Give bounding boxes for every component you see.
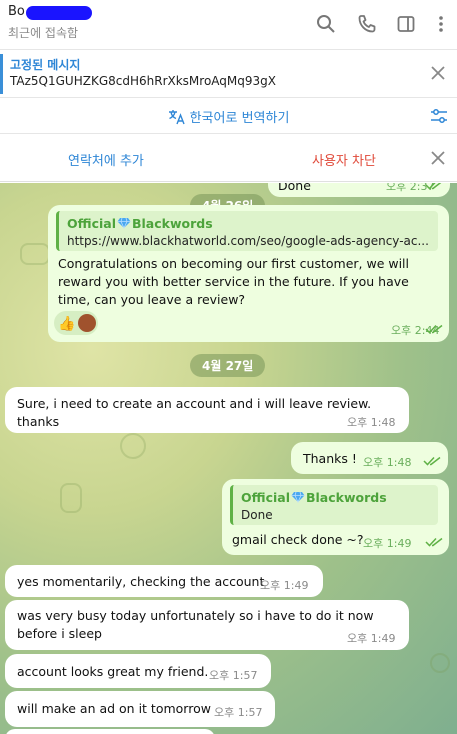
message-text: will make an ad on it tomorrow — [17, 701, 211, 716]
message-text: account looks great my friend. — [17, 664, 209, 679]
avatar — [78, 314, 96, 332]
background-doodle — [60, 483, 82, 513]
quote-text: https://www.blackhatworld.com/seo/google… — [67, 234, 429, 248]
search-icon[interactable] — [314, 12, 338, 36]
message-text: gmail check done ~? — [232, 532, 364, 547]
message-time: 오후 1:49 — [260, 579, 309, 592]
quote-text: Done — [241, 508, 273, 522]
date-separator: 4월 27일 — [190, 354, 266, 377]
close-icon[interactable] — [429, 64, 447, 82]
last-seen-status: 최근에 접속함 — [8, 26, 79, 40]
reaction-chip[interactable]: 👍 — [54, 311, 98, 335]
translate-label: 한국어로 번역하기 — [189, 111, 290, 126]
background-doodle — [430, 653, 450, 673]
message-outgoing[interactable]: Official Blackwords https://www.blackhatw… — [48, 205, 449, 342]
more-icon[interactable] — [429, 12, 453, 36]
message-time: 오후 1:48 — [347, 416, 396, 429]
message-incoming[interactable] — [5, 729, 215, 734]
message-text: Thanks ! — [303, 451, 357, 466]
contact-action-bar: 연락처에 추가 사용자 차단 — [0, 134, 457, 182]
message-time: 오후 1:57 — [214, 706, 263, 719]
close-icon[interactable] — [429, 149, 447, 167]
translate-bar: 한국어로 번역하기 — [0, 98, 457, 134]
message-incoming[interactable]: was very busy today unfortunately so i h… — [5, 600, 409, 650]
message-text: Done — [278, 183, 311, 193]
message-incoming[interactable]: account looks great my friend. 오후 1:57 — [5, 654, 271, 688]
redaction-mark — [26, 6, 92, 20]
pinned-message-bar[interactable]: 고정된 메시지 TAz5Q1GUHZKG8cdH6hRrXksMroAqMq93… — [0, 50, 457, 98]
message-incoming[interactable]: will make an ad on it tomorrow 오후 1:57 — [5, 691, 275, 727]
message-outgoing[interactable]: Done 오후 2:37 — [268, 183, 450, 197]
double-check-icon — [425, 324, 443, 334]
thumbs-up-icon: 👍 — [58, 316, 76, 332]
background-doodle — [20, 243, 50, 265]
message-incoming[interactable]: Sure, i need to create an account and i … — [5, 387, 409, 433]
message-time: 오후 1:48 — [363, 456, 412, 469]
message-incoming[interactable]: yes momentarily, checking the account 오후… — [5, 565, 323, 597]
diamond-icon — [291, 491, 305, 503]
diamond-icon — [117, 217, 131, 229]
translate-button[interactable]: 한국어로 번역하기 — [0, 107, 457, 129]
double-check-icon — [425, 183, 442, 190]
pinned-indicator — [0, 54, 3, 94]
chat-area[interactable]: Done 오후 2:37 4월 26일 OfficialBlackwords h… — [0, 183, 457, 734]
quoted-message[interactable]: Official Blackwords Done — [230, 485, 438, 525]
message-text: Congratulations on becoming our first cu… — [58, 256, 410, 308]
message-time: 오후 1:49 — [363, 537, 412, 550]
quote-author: Official Blackwords — [241, 490, 387, 505]
settings-sliders-icon[interactable] — [429, 106, 449, 126]
message-outgoing[interactable]: Thanks ! 오후 1:48 — [291, 442, 448, 474]
add-contact-button[interactable]: 연락처에 추가 — [68, 150, 144, 169]
double-check-icon — [423, 456, 441, 466]
chat-header: Bo 최근에 접속함 — [0, 0, 457, 50]
message-text: yes momentarily, checking the account — [17, 574, 265, 589]
quote-author: Official Blackwords — [67, 216, 213, 231]
message-time: 오후 1:57 — [209, 669, 258, 682]
message-outgoing[interactable]: Official Blackwords Done gmail check done… — [222, 479, 449, 555]
quoted-message[interactable]: Official Blackwords https://www.blackhatw… — [56, 211, 438, 251]
background-doodle — [120, 433, 146, 459]
sidebar-icon[interactable] — [394, 12, 418, 36]
pinned-text: TAz5Q1GUHZKG8cdH6hRrXksMroAqMq93gX — [10, 74, 276, 88]
phone-icon[interactable] — [355, 12, 379, 36]
double-check-icon — [425, 537, 443, 547]
pinned-title: 고정된 메시지 — [10, 58, 81, 72]
contact-name[interactable]: Bo — [8, 4, 25, 19]
block-user-button[interactable]: 사용자 차단 — [312, 150, 376, 169]
translate-icon — [168, 109, 186, 129]
message-time: 오후 1:49 — [347, 632, 396, 645]
